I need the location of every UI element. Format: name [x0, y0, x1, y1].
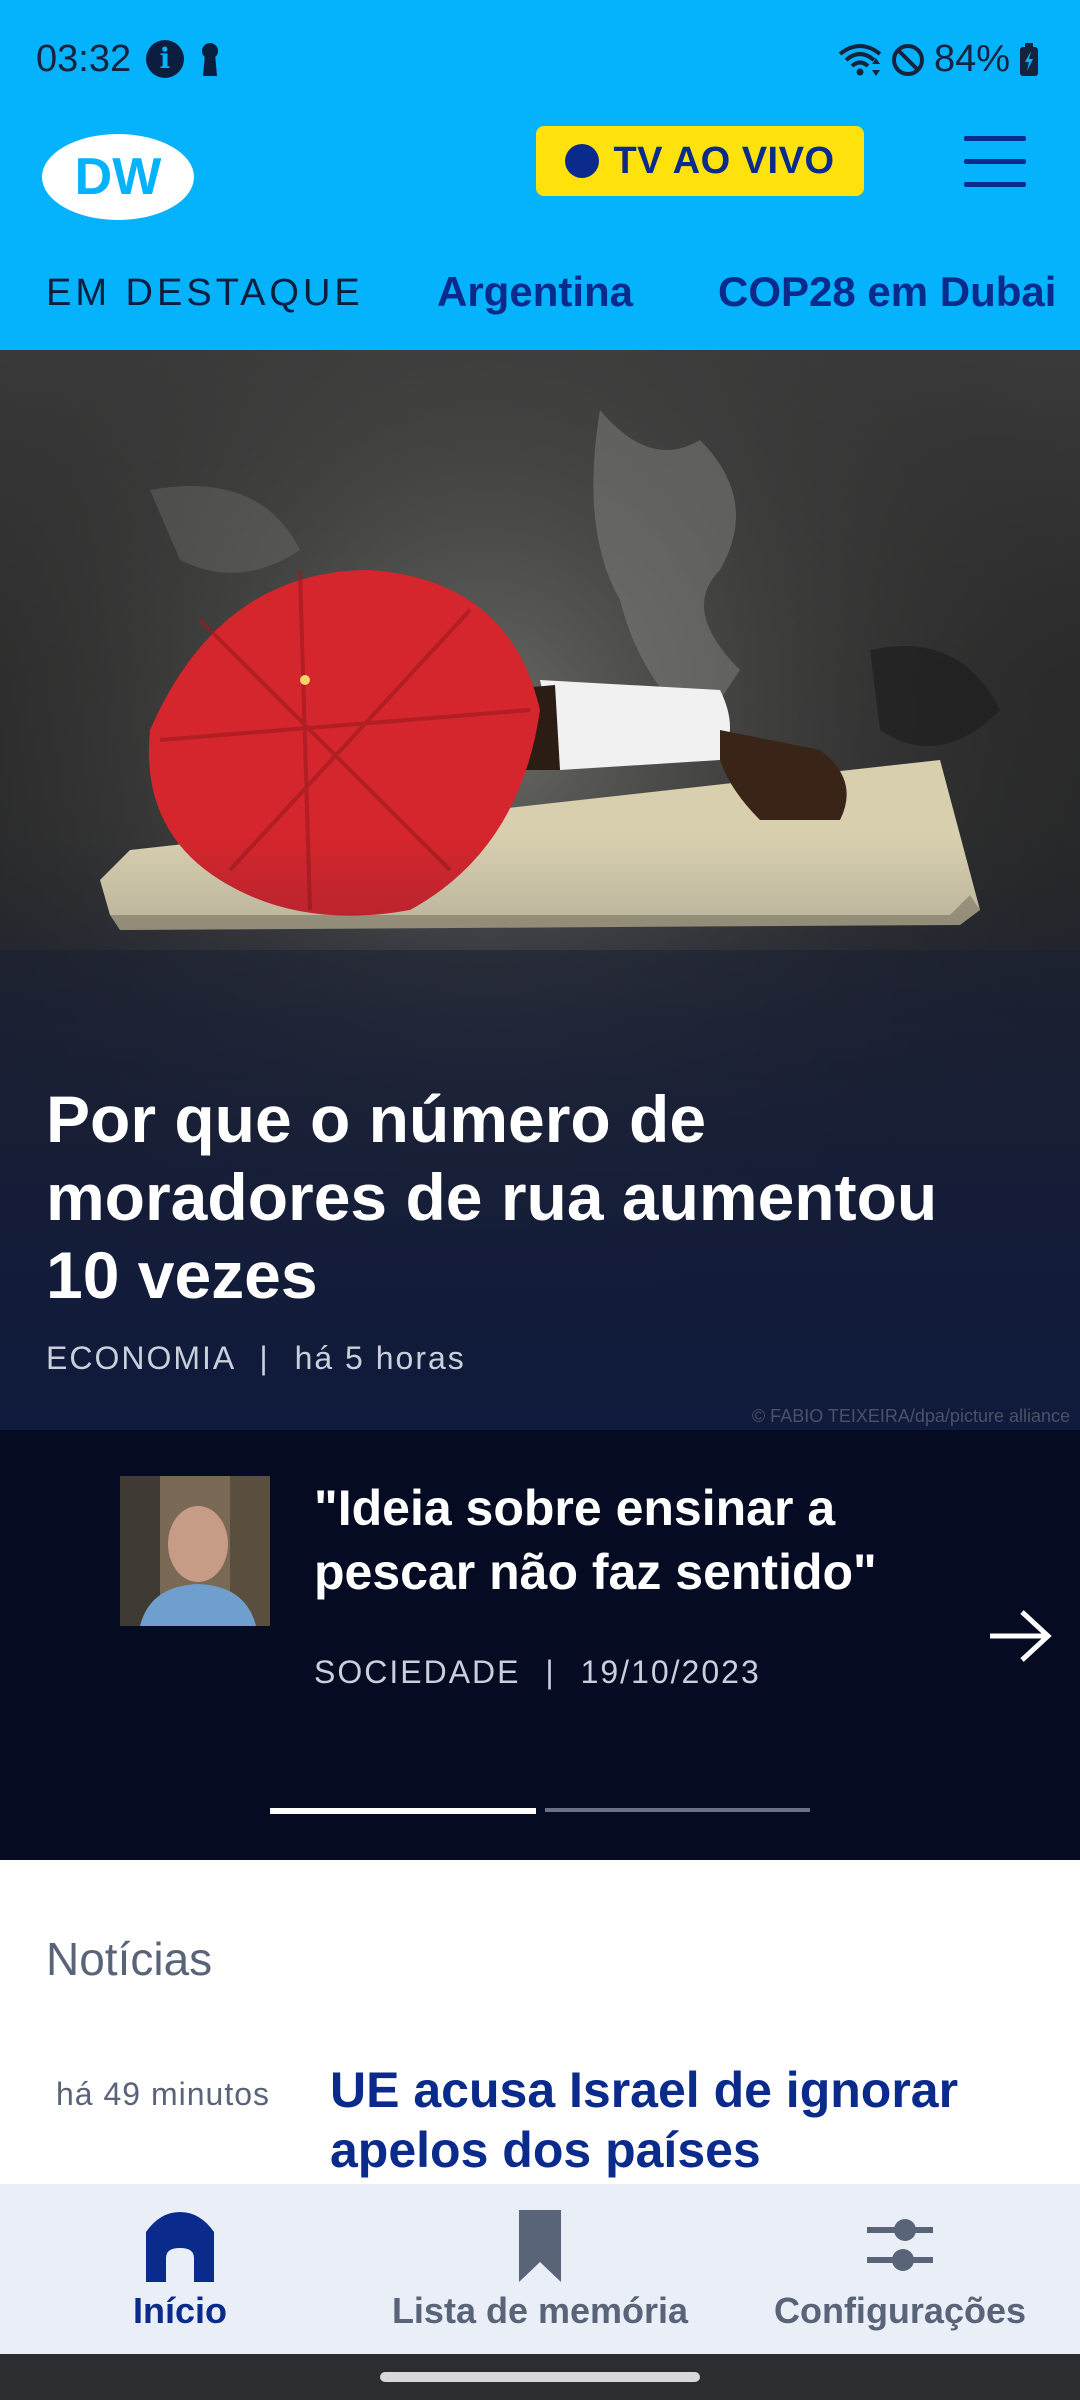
dw-logo[interactable]: DW — [40, 132, 196, 222]
carousel-indicator-1[interactable] — [270, 1808, 536, 1814]
news-section-heading: Notícias — [46, 1933, 213, 1985]
home-icon — [146, 2212, 214, 2282]
highlights-title: EM DESTAQUE — [46, 272, 364, 314]
image-credit: © FABIO TEIXEIRA/dpa/picture alliance — [751, 1406, 1070, 1426]
bookmark-icon — [519, 2210, 561, 2282]
app-header: DW TV AO VIVO EM DESTAQUE Argentina COP2… — [0, 120, 1080, 350]
news-item-time: há 49 minutos — [56, 2076, 271, 2112]
hero-meta: ECONOMIA | há 5 horas — [46, 1340, 466, 1377]
nav-label-home: Início — [132, 2290, 227, 2331]
news-item-title[interactable]: UE acusa Israel de ignorar apelos dos pa… — [330, 2060, 1030, 2180]
nav-item-bookmarks[interactable]: Lista de memória — [360, 2184, 720, 2354]
hero-article[interactable]: Por que o número de moradores de rua aum… — [0, 350, 1080, 1430]
meta-separator: | — [545, 1654, 556, 1690]
nav-label-bookmarks: Lista de memória — [391, 2290, 689, 2331]
highlight-link-argentina[interactable]: Argentina — [437, 268, 633, 316]
carousel-category[interactable]: SOCIEDADE — [314, 1654, 520, 1690]
nav-item-home[interactable]: Início — [0, 2184, 360, 2354]
hero-category[interactable]: ECONOMIA — [46, 1340, 234, 1376]
nav-label-settings: Configurações — [773, 2290, 1027, 2331]
featured-carousel[interactable]: "Ideia sobre ensinar a pescar não faz se… — [0, 1430, 1080, 1860]
status-bar: 03:32 i 84% — [0, 0, 1080, 120]
do-not-disturb-icon — [891, 43, 924, 76]
tv-live-label: TV AO VIVO — [613, 139, 835, 182]
battery-charging-icon — [1020, 42, 1038, 76]
tv-live-button[interactable]: TV AO VIVO — [536, 126, 864, 196]
status-time: 03:32 — [36, 38, 132, 80]
meta-separator: | — [259, 1340, 270, 1376]
live-dot-icon — [565, 144, 600, 178]
keyhole-icon — [202, 43, 218, 76]
article-thumbnail[interactable] — [120, 1476, 270, 1626]
nav-item-settings[interactable]: Configurações — [720, 2184, 1080, 2354]
hamburger-menu-icon[interactable] — [960, 132, 1030, 192]
arrow-right-icon[interactable] — [986, 1606, 1056, 1666]
bottom-navigation: Início Lista de memória Configurações — [0, 2184, 1080, 2354]
carousel-indicator-2[interactable] — [545, 1808, 810, 1812]
wifi-icon — [838, 43, 882, 76]
system-gesture-bar — [0, 2354, 1080, 2400]
highlight-link-cop28[interactable]: COP28 em Dubai — [718, 268, 1056, 316]
carousel-headline[interactable]: "Ideia sobre ensinar a pescar não faz se… — [314, 1476, 954, 1604]
home-gesture-handle[interactable] — [380, 2372, 700, 2382]
battery-percent: 84% — [933, 38, 1010, 80]
logo-text: DW — [75, 148, 163, 206]
carousel-meta: SOCIEDADE | 19/10/2023 — [314, 1654, 761, 1691]
info-icon: i — [146, 40, 184, 78]
hero-time: há 5 horas — [294, 1340, 466, 1376]
hero-headline[interactable]: Por que o número de moradores de rua aum… — [46, 1080, 1006, 1314]
highlights-bar: EM DESTAQUE Argentina COP28 em Dubai — [0, 260, 1080, 340]
sliders-icon — [867, 2219, 933, 2271]
status-right: 84% — [838, 38, 1040, 81]
carousel-date: 19/10/2023 — [580, 1654, 761, 1690]
